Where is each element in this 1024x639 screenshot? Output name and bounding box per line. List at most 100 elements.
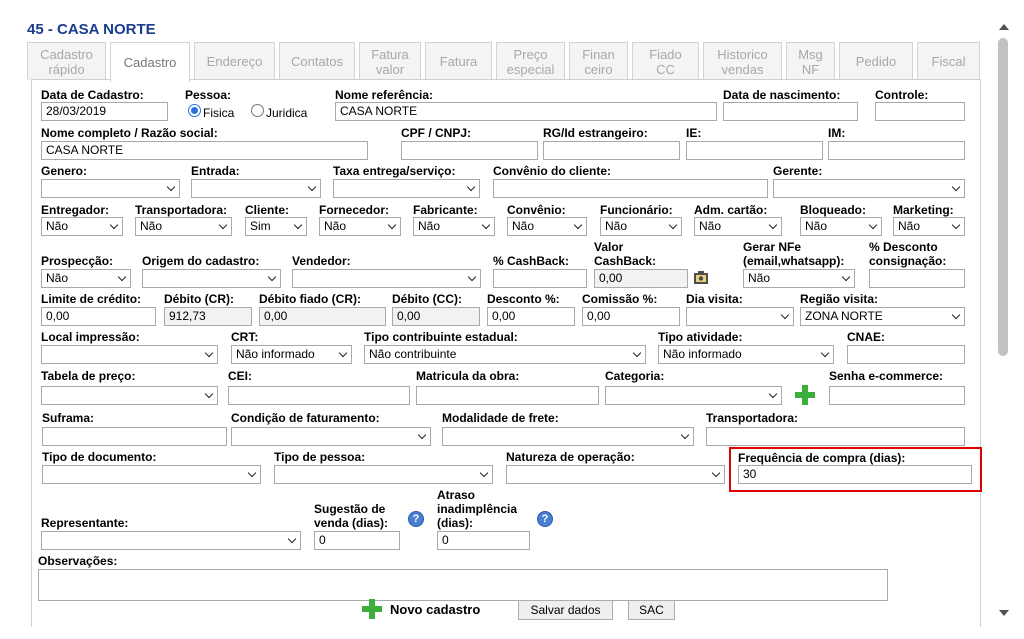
fornecedor-select[interactable]: Não bbox=[319, 217, 401, 236]
cashback-pct-field[interactable] bbox=[493, 269, 587, 288]
cashback-detail-icon[interactable] bbox=[693, 270, 709, 286]
help-sugestao-icon[interactable]: ? bbox=[408, 511, 424, 527]
natureza-operacao-select[interactable] bbox=[506, 465, 725, 484]
tabela-preco-select[interactable] bbox=[41, 386, 218, 405]
im-field[interactable] bbox=[828, 141, 965, 160]
gerar-nfe-select[interactable]: Não bbox=[743, 269, 855, 288]
fabricante-select[interactable]: Não bbox=[413, 217, 495, 236]
limite-credito-field[interactable]: 0,00 bbox=[41, 307, 156, 326]
prospeccao-select[interactable]: Não bbox=[41, 269, 131, 288]
tab-financeiro[interactable]: Finan ceiro bbox=[569, 42, 628, 80]
scroll-down-arrow[interactable] bbox=[999, 610, 1009, 616]
ie-field[interactable] bbox=[686, 141, 823, 160]
categoria-select[interactable] bbox=[605, 386, 782, 405]
condicao-faturamento-select[interactable] bbox=[231, 427, 431, 446]
dia-visita-select[interactable] bbox=[686, 307, 794, 326]
regiao-visita-select[interactable]: ZONA NORTE bbox=[800, 307, 965, 326]
radio-fisica[interactable] bbox=[188, 104, 201, 117]
controle-field[interactable] bbox=[875, 102, 965, 121]
origem-cadastro-select[interactable] bbox=[142, 269, 281, 288]
marketing-select[interactable]: Não bbox=[893, 217, 965, 236]
frequencia-compra-field[interactable]: 30 bbox=[738, 465, 972, 484]
label-condicao-faturamento: Condição de faturamento: bbox=[231, 411, 380, 425]
gerente-select[interactable] bbox=[773, 179, 965, 198]
label-data-nascimento: Data de nascimento: bbox=[723, 88, 841, 102]
taxa-entrega-select[interactable] bbox=[333, 179, 480, 198]
tab-preco-especial[interactable]: Preço especial bbox=[496, 42, 565, 80]
comissao-pct-field[interactable]: 0,00 bbox=[582, 307, 680, 326]
label-desconto-consignacao-1: % Desconto bbox=[869, 240, 938, 254]
label-senha-ecommerce: Senha e-commerce: bbox=[829, 369, 944, 383]
salvar-dados-button[interactable]: Salvar dados bbox=[518, 600, 613, 620]
add-categoria-icon[interactable] bbox=[795, 385, 815, 405]
tab-fiscal[interactable]: Fiscal bbox=[917, 42, 980, 80]
matricula-obra-field[interactable] bbox=[416, 386, 599, 405]
label-desconto-consignacao-2: consignação: bbox=[869, 254, 947, 268]
label-matricula-obra: Matricula da obra: bbox=[416, 369, 520, 383]
senha-ecommerce-field[interactable] bbox=[829, 386, 965, 405]
tab-pedido[interactable]: Pedido bbox=[839, 42, 913, 80]
cliente-select[interactable]: Sim bbox=[245, 217, 307, 236]
tipo-atividade-select[interactable]: Não informado bbox=[658, 345, 834, 364]
tab-fiado-cc[interactable]: Fiado CC bbox=[632, 42, 699, 80]
label-atraso-1: Atraso bbox=[437, 488, 476, 502]
suframa-field[interactable] bbox=[42, 427, 227, 446]
label-desconto-pct: Desconto %: bbox=[487, 292, 560, 306]
scroll-thumb[interactable] bbox=[998, 38, 1008, 356]
label-adm-cartao: Adm. cartão: bbox=[694, 203, 768, 217]
label-atraso-3: (dias): bbox=[437, 516, 473, 530]
desconto-pct-field[interactable]: 0,00 bbox=[487, 307, 575, 326]
local-impressao-select[interactable] bbox=[41, 345, 218, 364]
observacoes-textarea[interactable] bbox=[38, 569, 888, 601]
tab-cadastro[interactable]: Cadastro bbox=[110, 42, 190, 82]
tab-cadastro-rapido[interactable]: Cadastro rápido bbox=[27, 42, 106, 80]
nome-completo-field[interactable]: CASA NORTE bbox=[41, 141, 368, 160]
tab-endereco[interactable]: Endereço bbox=[194, 42, 275, 80]
modalidade-frete-select[interactable] bbox=[442, 427, 694, 446]
rg-field[interactable] bbox=[543, 141, 680, 160]
funcionario-select[interactable]: Não bbox=[600, 217, 682, 236]
genero-select[interactable] bbox=[41, 179, 180, 198]
adm-cartao-select[interactable]: Não bbox=[694, 217, 782, 236]
tab-fatura-valor[interactable]: Fatura valor bbox=[359, 42, 421, 80]
tipo-documento-select[interactable] bbox=[42, 465, 261, 484]
label-sugestao-venda-2: venda (dias): bbox=[314, 516, 389, 530]
tab-historico-vendas[interactable]: Historico vendas bbox=[703, 42, 782, 80]
label-suframa: Suframa: bbox=[42, 411, 95, 425]
novo-cadastro-button[interactable]: Novo cadastro bbox=[390, 602, 480, 617]
nome-referencia-field[interactable]: CASA NORTE bbox=[335, 102, 717, 121]
crt-select[interactable]: Não informado bbox=[231, 345, 352, 364]
sugestao-venda-field[interactable]: 0 bbox=[314, 531, 400, 550]
entrada-select[interactable] bbox=[191, 179, 321, 198]
cpf-cnpj-field[interactable] bbox=[401, 141, 538, 160]
label-im: IM: bbox=[828, 126, 846, 140]
data-nascimento-field[interactable] bbox=[723, 102, 858, 121]
sac-button[interactable]: SAC bbox=[628, 600, 675, 620]
help-atraso-icon[interactable]: ? bbox=[537, 511, 553, 527]
radio-juridica[interactable] bbox=[251, 104, 264, 117]
cnae-field[interactable] bbox=[847, 345, 965, 364]
tab-fatura[interactable]: Fatura bbox=[425, 42, 492, 80]
novo-cadastro-icon[interactable] bbox=[362, 599, 382, 619]
convenio-select[interactable]: Não bbox=[507, 217, 587, 236]
convenio-cliente-field[interactable] bbox=[493, 179, 768, 198]
transportadora-field[interactable] bbox=[706, 427, 965, 446]
bloqueado-select[interactable]: Não bbox=[800, 217, 882, 236]
vendedor-select[interactable] bbox=[292, 269, 481, 288]
tab-contatos[interactable]: Contatos bbox=[279, 42, 355, 80]
tab-msg-nf[interactable]: Msg NF bbox=[786, 42, 835, 80]
scroll-up-arrow[interactable] bbox=[999, 24, 1009, 30]
desconto-consignacao-field[interactable] bbox=[869, 269, 965, 288]
atraso-inadimplencia-field[interactable]: 0 bbox=[437, 531, 530, 550]
entregador-select[interactable]: Não bbox=[41, 217, 123, 236]
label-categoria: Categoria: bbox=[605, 369, 665, 383]
cei-field[interactable] bbox=[228, 386, 410, 405]
tipo-pessoa-select[interactable] bbox=[274, 465, 493, 484]
tipo-contribuinte-select[interactable]: Não contribuinte bbox=[364, 345, 646, 364]
label-frequencia-compra: Frequência de compra (dias): bbox=[738, 451, 906, 465]
transportadora-flag-select[interactable]: Não bbox=[135, 217, 232, 236]
label-genero: Genero: bbox=[41, 164, 88, 178]
representante-select[interactable] bbox=[41, 531, 301, 550]
data-cadastro-field[interactable]: 28/03/2019 bbox=[41, 102, 168, 121]
label-fabricante: Fabricante: bbox=[413, 203, 478, 217]
